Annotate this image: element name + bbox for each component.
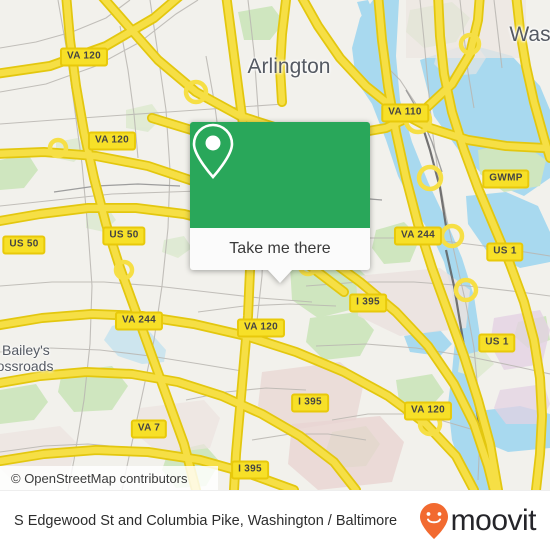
road-shield: VA 7 (130, 419, 168, 439)
moovit-wordmark: moovit (450, 503, 537, 537)
road-shield: I 395 (349, 293, 387, 313)
road-shield: VA 244 (393, 226, 443, 246)
moovit-map-screenshot: Arlington Was Bailey's rossroads VA 120 … (0, 0, 550, 550)
location-callout-card[interactable]: Take me there (190, 122, 370, 283)
moovit-brand[interactable]: moovit (419, 502, 550, 540)
moovit-smiley-pin-icon (419, 502, 448, 539)
road-shield: VA 120 (403, 401, 453, 421)
road-shield: I 395 (231, 460, 269, 480)
road-shield: US 1 (478, 333, 516, 353)
road-shield: VA 120 (236, 318, 286, 338)
callout-tail (267, 269, 293, 283)
road-shield: GWMP (482, 169, 530, 189)
take-me-there-button[interactable]: Take me there (190, 228, 370, 270)
location-title: S Edgewood St and Columbia Pike, Washing… (14, 512, 398, 529)
osm-attribution[interactable]: © OpenStreetMap contributors (0, 466, 218, 490)
road-shield: US 50 (2, 235, 46, 255)
road-shield: US 1 (486, 242, 524, 262)
map-canvas[interactable]: Arlington Was Bailey's rossroads VA 120 … (0, 0, 550, 490)
place-label-line1: Bailey's (2, 342, 50, 358)
place-label-arlington: Arlington (247, 55, 331, 78)
road-shield: US 50 (102, 226, 146, 246)
footer-bar: S Edgewood St and Columbia Pike, Washing… (0, 490, 550, 550)
road-shield: I 395 (291, 393, 329, 413)
place-label-washington: Was (509, 23, 550, 46)
callout-header (190, 122, 370, 228)
road-shield: VA 110 (381, 103, 429, 123)
road-shield: VA 244 (114, 311, 164, 331)
place-label-line2: rossroads (0, 358, 54, 374)
place-label-baileys-crossroads: Bailey's rossroads (0, 342, 54, 374)
map-pin-icon (192, 123, 234, 179)
road-shield: VA 120 (59, 47, 109, 67)
road-shield: VA 120 (87, 131, 137, 151)
